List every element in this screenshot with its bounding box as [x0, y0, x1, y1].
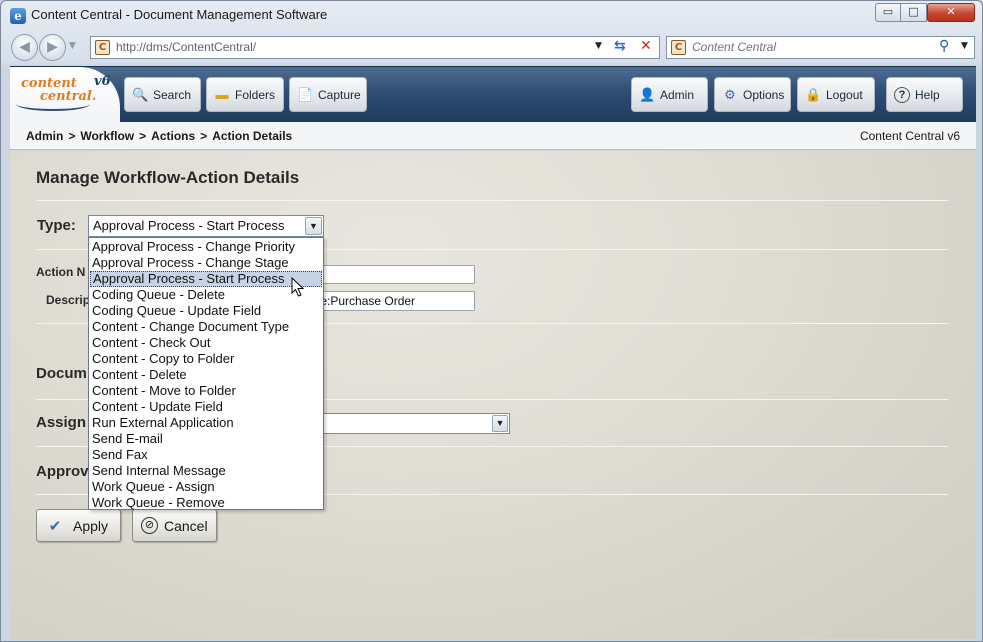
- options-button-label: Options: [743, 87, 785, 102]
- breadcrumb-workflow[interactable]: Workflow: [80, 129, 134, 143]
- cancel-button-label: Cancel: [164, 517, 208, 534]
- capture-icon: 📄: [297, 86, 314, 102]
- help-button[interactable]: ? Help: [886, 77, 963, 112]
- gear-icon: ⚙: [724, 86, 736, 102]
- document-section-heading: Docum: [36, 365, 87, 382]
- description-label: Descrip: [46, 293, 91, 307]
- mouse-cursor-icon: [291, 277, 305, 297]
- type-label: Type:: [37, 217, 76, 234]
- help-button-label: Help: [915, 87, 940, 102]
- type-select[interactable]: Approval Process - Start Process ▼: [88, 215, 324, 237]
- checkmark-icon: ✔: [48, 517, 62, 535]
- type-option[interactable]: Coding Queue - Update Field: [90, 303, 322, 319]
- logo-swoosh: [16, 97, 90, 111]
- type-option[interactable]: Send Fax: [90, 447, 322, 463]
- breadcrumb-action-details: Action Details: [212, 129, 293, 143]
- help-icon: ?: [894, 86, 910, 103]
- logout-button-label: Logout: [826, 87, 863, 102]
- browser-search-box[interactable]: C Content Central ⚲ ▼: [666, 36, 975, 59]
- refresh-icon[interactable]: ⇆: [614, 38, 626, 54]
- admin-button[interactable]: 👤 Admin: [631, 77, 708, 112]
- address-dropdown-icon[interactable]: ▼: [595, 41, 602, 51]
- type-dropdown-list[interactable]: Approval Process - Change Priority Approv…: [88, 237, 324, 510]
- lock-icon: 🔒: [805, 86, 822, 102]
- close-window-button[interactable]: ✕: [927, 3, 975, 22]
- divider: [36, 200, 948, 201]
- folders-button[interactable]: ▬ Folders: [206, 77, 284, 112]
- type-option[interactable]: Work Queue - Remove: [90, 495, 322, 511]
- capture-button[interactable]: 📄 Capture: [289, 77, 367, 112]
- type-option[interactable]: Run External Application: [90, 415, 322, 431]
- admin-user-icon: 👤: [639, 86, 656, 102]
- ie-app-icon: e: [10, 8, 26, 24]
- admin-button-label: Admin: [660, 87, 695, 102]
- description-input[interactable]: ple:Purchase Order: [310, 291, 475, 311]
- chevron-down-icon[interactable]: ▼: [492, 415, 508, 432]
- breadcrumb-actions[interactable]: Actions: [151, 129, 195, 143]
- app-header: content central. v6 🔍 Search ▬ Folders 📄…: [10, 66, 976, 123]
- type-option[interactable]: Approval Process - Change Priority: [90, 239, 322, 255]
- back-arrow-icon[interactable]: ◀: [11, 34, 38, 61]
- logout-button[interactable]: 🔒 Logout: [797, 77, 875, 112]
- type-option[interactable]: Approval Process - Start Process: [90, 271, 322, 287]
- search-button[interactable]: 🔍 Search: [124, 77, 201, 112]
- window-title: Content Central - Document Management So…: [31, 7, 328, 22]
- type-option[interactable]: Send Internal Message: [90, 463, 322, 479]
- type-option[interactable]: Work Queue - Assign: [90, 479, 322, 495]
- forward-arrow-icon[interactable]: ▶: [39, 34, 66, 61]
- chevron-down-icon[interactable]: ▼: [305, 217, 322, 235]
- maximize-button[interactable]: □: [900, 3, 927, 22]
- type-option[interactable]: Approval Process - Change Stage: [90, 255, 322, 271]
- search-button-label: Search: [153, 87, 192, 102]
- type-option[interactable]: Content - Change Document Type: [90, 319, 322, 335]
- apply-button[interactable]: ✔ Apply: [36, 509, 121, 542]
- type-option[interactable]: Coding Queue - Delete: [90, 287, 322, 303]
- address-bar[interactable]: C http://dms/ContentCentral/ ▼ ⇆ ✕: [90, 36, 660, 59]
- type-select-value: Approval Process - Start Process: [93, 218, 285, 233]
- type-option[interactable]: Content - Check Out: [90, 335, 322, 351]
- assign-select[interactable]: ss ▼: [310, 413, 510, 434]
- search-icon: 🔍: [132, 86, 149, 102]
- version-label: Content Central v6: [859, 129, 960, 143]
- type-option[interactable]: Content - Copy to Folder: [90, 351, 322, 367]
- address-url[interactable]: http://dms/ContentCentral/: [116, 40, 256, 54]
- breadcrumb: Admin > Workflow > Actions > Action Details: [26, 129, 292, 143]
- type-option[interactable]: Content - Delete: [90, 367, 322, 383]
- type-option[interactable]: Send E-mail: [90, 431, 322, 447]
- action-name-label: Action N: [36, 265, 86, 279]
- title-bar: e Content Central - Document Management …: [1, 1, 982, 31]
- apply-button-label: Apply: [73, 517, 109, 534]
- cancel-button[interactable]: ⊘ Cancel: [132, 509, 217, 542]
- options-button[interactable]: ⚙ Options: [714, 77, 791, 112]
- folder-icon: ▬: [215, 86, 229, 102]
- search-box-text[interactable]: Content Central: [692, 40, 776, 54]
- breadcrumb-separator: >: [68, 129, 76, 143]
- magnifier-icon[interactable]: ⚲: [939, 38, 949, 54]
- logo[interactable]: content central. v6: [10, 67, 120, 123]
- folders-button-label: Folders: [235, 87, 276, 102]
- type-option[interactable]: Content - Update Field: [90, 399, 322, 415]
- breadcrumb-separator: >: [139, 129, 147, 143]
- search-options-dropdown-icon[interactable]: ▼: [961, 41, 968, 51]
- capture-button-label: Capture: [318, 87, 361, 102]
- history-dropdown-icon[interactable]: ▼: [69, 41, 76, 51]
- logo-version: v6: [94, 74, 111, 89]
- search-provider-icon: C: [671, 40, 686, 55]
- page-title: Manage Workflow-Action Details: [36, 168, 300, 187]
- breadcrumb-admin[interactable]: Admin: [26, 129, 63, 143]
- cancel-icon: ⊘: [141, 517, 158, 534]
- assign-section-heading: Assign: [36, 414, 87, 431]
- minimize-button[interactable]: ▭: [875, 3, 901, 22]
- breadcrumb-bar: Admin > Workflow > Actions > Action Details Co…: [10, 122, 976, 150]
- site-favicon-icon: C: [95, 40, 110, 55]
- breadcrumb-separator: >: [200, 129, 208, 143]
- approval-section-heading: Approv: [36, 463, 89, 480]
- browser-window: e Content Central - Document Management …: [0, 0, 983, 642]
- type-option[interactable]: Content - Move to Folder: [90, 383, 322, 399]
- action-name-input[interactable]: [310, 265, 475, 284]
- stop-icon[interactable]: ✕: [640, 38, 652, 54]
